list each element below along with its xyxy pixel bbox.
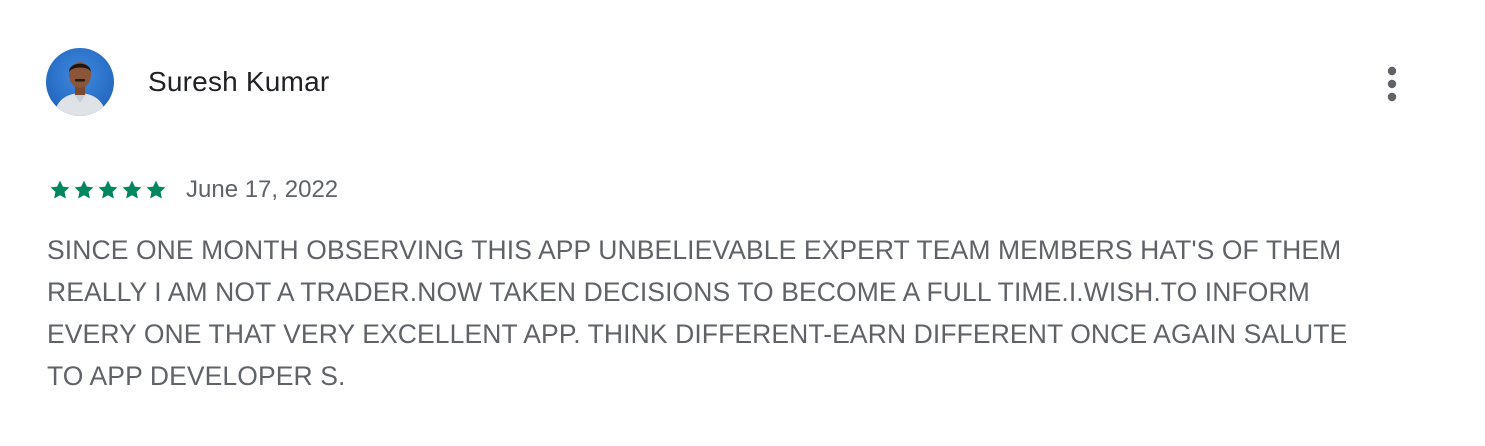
review-meta: June 17, 2022 — [48, 172, 338, 208]
more-vert-icon — [1387, 66, 1397, 102]
reviewer-name: Suresh Kumar — [148, 66, 330, 97]
star-rating — [48, 178, 168, 202]
review-header: Suresh Kumar — [46, 48, 329, 116]
review-card: Suresh Kumar June 17, 2022 SINCE ONE MON… — [0, 0, 1485, 446]
star-icon — [98, 180, 118, 199]
user-photo-icon — [46, 48, 114, 116]
more-options-button[interactable] — [1370, 60, 1414, 108]
review-text: SINCE ONE MONTH OBSERVING THIS APP UNBEL… — [47, 235, 1348, 391]
star-icon — [122, 180, 142, 199]
avatar — [46, 48, 114, 116]
star-icon — [50, 180, 70, 199]
review-date: June 17, 2022 — [186, 176, 339, 203]
star-icon — [146, 180, 166, 199]
star-icon — [74, 180, 94, 199]
